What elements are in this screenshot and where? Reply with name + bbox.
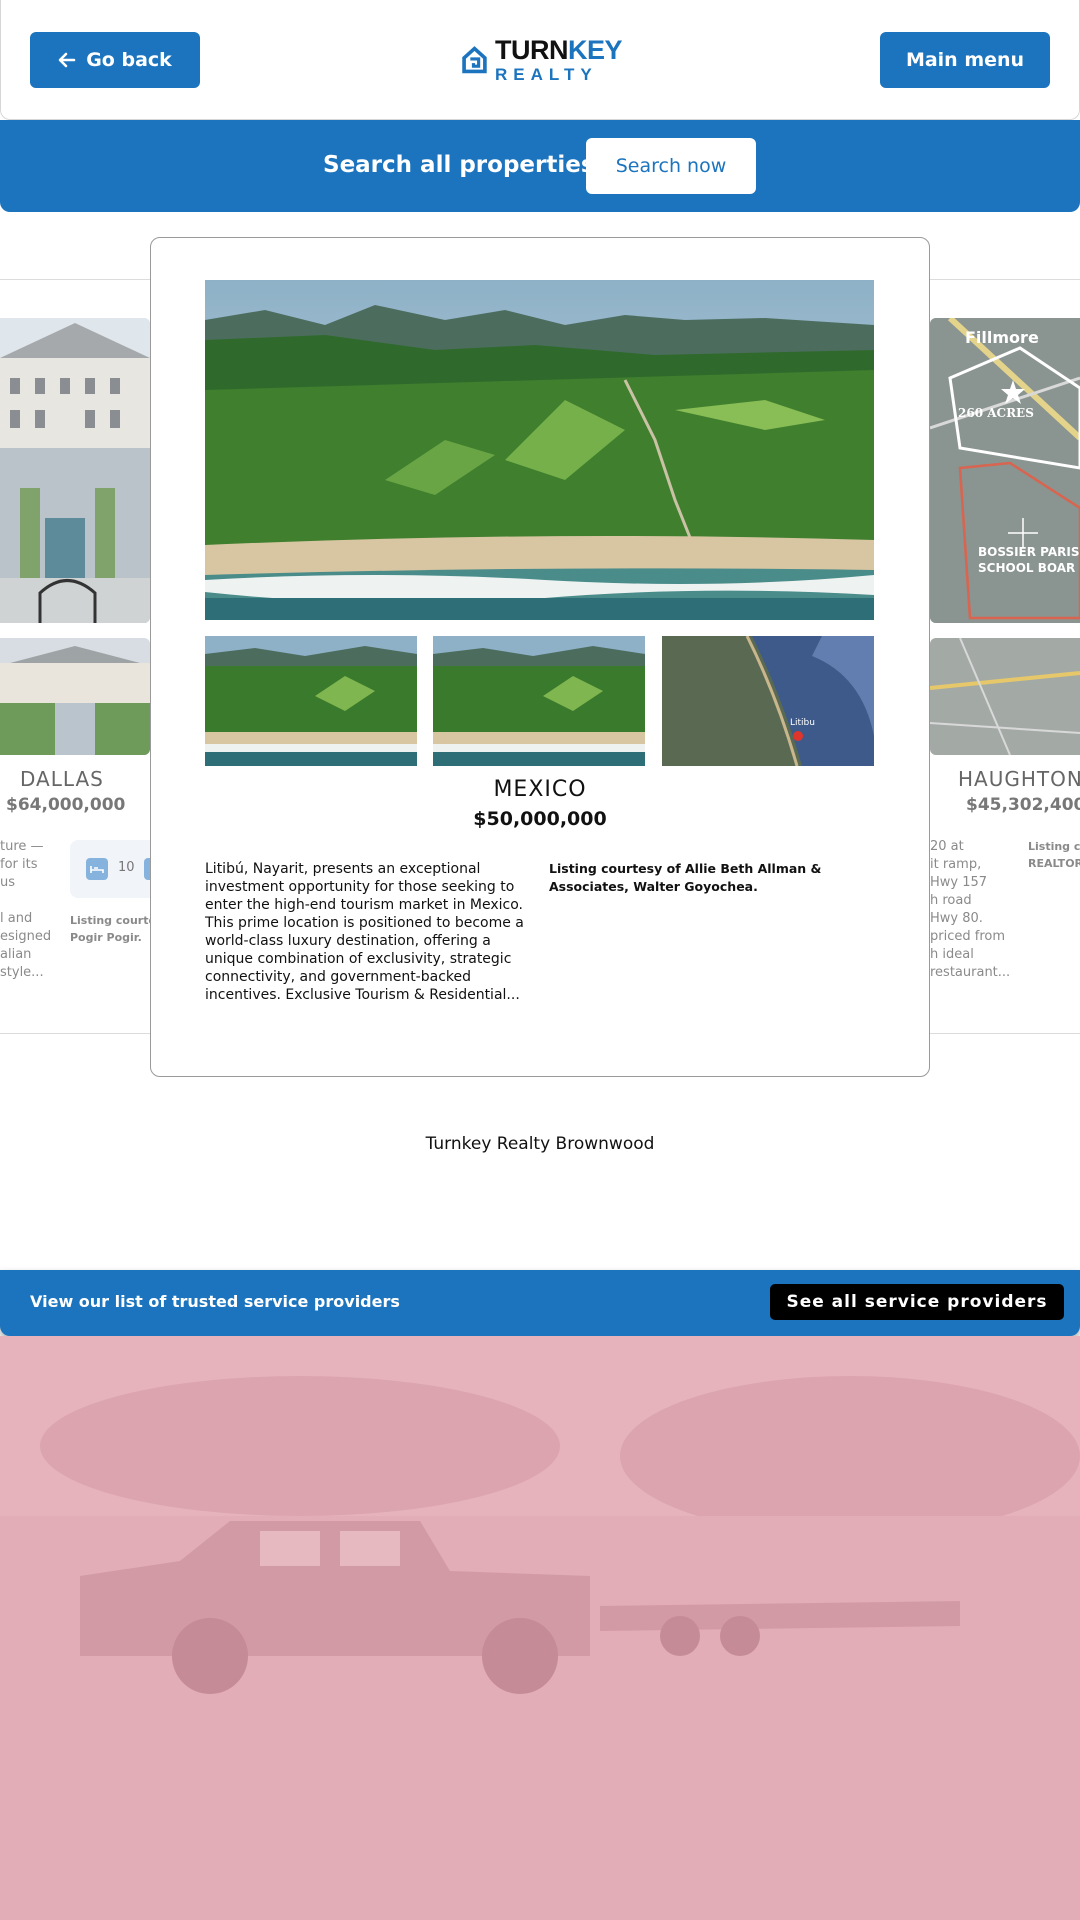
main-menu-button[interactable]: Main menu <box>880 32 1050 88</box>
arrow-left-icon <box>58 52 76 68</box>
dallas-city: DALLAS <box>20 767 104 791</box>
see-all-service-providers-button[interactable]: See all service providers <box>770 1284 1064 1320</box>
map-label-litibu: Litibu <box>790 718 815 728</box>
dallas-description: ture — for its us l and esigned alian style... <box>0 839 52 980</box>
dallas-courtesy: Listing courtesPogir Pogir. <box>70 914 150 944</box>
haughton-price: $45,302,400 <box>966 795 1080 815</box>
modal-price: $50,000,000 <box>473 808 607 830</box>
haughton-city: HAUGHTON <box>958 767 1080 791</box>
service-providers-label: View our list of trusted service provide… <box>30 1292 400 1311</box>
haughton-thumbnail[interactable] <box>930 638 1080 755</box>
haughton-map-label-acres: 260 ACRES <box>958 406 1034 420</box>
haughton-courtesy: Listing coREALTOR <box>1028 840 1080 870</box>
dallas-main-photo[interactable] <box>0 318 150 623</box>
modal-description: Litibú, Nayarit, presents an exceptional… <box>205 861 524 1003</box>
logo-text-key: KEY <box>567 35 623 65</box>
house-logo-icon <box>462 46 487 74</box>
logo-text-turn: TURN <box>494 35 569 65</box>
main-menu-label: Main menu <box>905 49 1025 71</box>
modal-city: MEXICO <box>493 777 587 802</box>
dallas-beds-badge: 10 <box>70 840 160 898</box>
bed-icon <box>86 858 108 880</box>
mexico-thumbnail-2[interactable] <box>433 636 645 766</box>
logo-text-realty: REALTY <box>494 65 598 84</box>
search-now-button[interactable]: Search now <box>586 138 756 194</box>
haughton-map-photo[interactable]: Fillmore 260 ACRES BOSSIER PARIS SCHOOL B… <box>930 318 1080 623</box>
modal-courtesy: Listing courtesy of Allie Beth Allman & … <box>549 861 822 894</box>
office-name: Turnkey Realty Brownwood <box>425 1134 655 1154</box>
dallas-beds-count: 10 <box>118 860 135 875</box>
search-label: Search all properties <box>323 152 595 178</box>
mexico-thumbnail-1[interactable] <box>205 636 417 766</box>
background-truck-photo <box>0 1336 1080 1920</box>
dallas-price: $64,000,000 <box>6 795 126 815</box>
mexico-map-thumbnail[interactable]: Litibu <box>662 636 874 766</box>
go-back-label: Go back <box>86 49 172 71</box>
turnkey-realty-logo[interactable]: TURNKEY REALTY <box>462 32 623 88</box>
haughton-map-label-fillmore: Fillmore <box>965 328 1039 347</box>
haughton-map-label-school: BOSSIER PARIS SCHOOL BOAR <box>978 545 1080 575</box>
dallas-thumbnail[interactable] <box>0 638 150 755</box>
mexico-main-photo[interactable] <box>205 280 874 620</box>
go-back-button[interactable]: Go back <box>30 32 200 88</box>
haughton-description: 20 at it ramp, Hwy 157 h road Hwy 80. priced … <box>930 839 1010 980</box>
